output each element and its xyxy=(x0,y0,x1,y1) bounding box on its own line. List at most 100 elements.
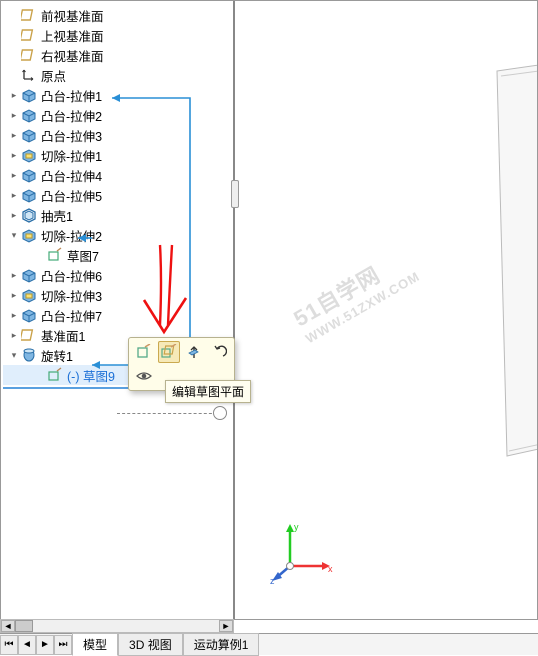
tree-label: 凸台-拉伸2 xyxy=(41,106,102,125)
normal-to-button[interactable] xyxy=(183,341,205,363)
chevron-right-icon[interactable]: ▸ xyxy=(9,130,19,140)
splitter-handle[interactable] xyxy=(231,180,239,208)
tab-3d-view[interactable]: 3D 视图 xyxy=(118,633,183,656)
tree-label: 凸台-拉伸1 xyxy=(41,86,102,105)
tree-item-boss[interactable]: ▸ 凸台-拉伸3 xyxy=(3,125,233,145)
cut-extrude-icon xyxy=(21,147,37,163)
sketch-icon xyxy=(47,367,63,383)
boss-extrude-icon xyxy=(21,127,37,143)
tree-label: 抽壳1 xyxy=(41,206,73,225)
tab-nav-first[interactable]: ⏮ xyxy=(0,635,18,655)
tree-item-boss[interactable]: ▸ 凸台-拉伸5 xyxy=(3,185,233,205)
tab-nav-prev[interactable]: ◄ xyxy=(18,635,36,655)
tree-label: 凸台-拉伸6 xyxy=(41,266,102,285)
boss-extrude-icon xyxy=(21,267,37,283)
tree-item-cut[interactable]: ▸ 切除-拉伸1 xyxy=(3,145,233,165)
edit-sketch-plane-button[interactable] xyxy=(158,341,180,363)
tree-item-boss[interactable]: ▸ 凸台-拉伸6 xyxy=(3,265,233,285)
tree-label: 草图7 xyxy=(67,246,99,265)
tooltip: 编辑草图平面 xyxy=(165,380,251,403)
tree-item-origin[interactable]: 原点 xyxy=(3,65,233,85)
bottom-tab-bar: ⏮ ◄ ► ⏭ 模型 3D 视图 运动算例1 xyxy=(0,633,538,655)
tree-scroll-horizontal[interactable]: ◄ ► xyxy=(0,619,234,633)
feature-tree-panel: 前视基准面 上视基准面 右视基准面 原点 ▸凸台-拉伸1 ▸凸台-拉伸2 ▸凸 xyxy=(1,1,235,619)
tree-label: 切除-拉伸1 xyxy=(41,146,102,165)
chevron-right-icon[interactable]: ▸ xyxy=(9,90,19,100)
chevron-right-icon[interactable]: ▸ xyxy=(9,330,19,340)
chevron-right-icon[interactable]: ▸ xyxy=(9,310,19,320)
scroll-left-button[interactable]: ◄ xyxy=(1,620,15,632)
plane-icon xyxy=(21,7,37,23)
tab-motion-study[interactable]: 运动算例1 xyxy=(183,633,260,656)
undo-button[interactable] xyxy=(208,341,230,363)
expander-icon[interactable] xyxy=(9,10,19,20)
tree-item-boss[interactable]: ▸ 凸台-拉伸4 xyxy=(3,165,233,185)
boss-extrude-icon xyxy=(21,167,37,183)
tree-label: 切除-拉伸3 xyxy=(41,286,102,305)
plane-icon xyxy=(21,27,37,43)
tree-item-plane[interactable]: 前视基准面 xyxy=(3,5,233,25)
tab-nav-last[interactable]: ⏭ xyxy=(54,635,72,655)
tree-label: 前视基准面 xyxy=(41,6,104,25)
chevron-right-icon[interactable]: ▸ xyxy=(9,150,19,160)
tree-label: (-) 草图9 xyxy=(67,366,115,385)
origin-icon xyxy=(21,67,37,83)
svg-text:x: x xyxy=(328,564,333,574)
cut-extrude-icon xyxy=(21,227,37,243)
chevron-right-icon[interactable]: ▸ xyxy=(9,270,19,280)
chevron-right-icon[interactable]: ▸ xyxy=(9,210,19,220)
chevron-down-icon[interactable]: ▾ xyxy=(9,350,19,360)
shell-icon xyxy=(21,207,37,223)
boss-extrude-icon xyxy=(21,307,37,323)
tree-item-plane[interactable]: 右视基准面 xyxy=(3,45,233,65)
svg-text:y: y xyxy=(294,522,299,532)
tree-label: 旋转1 xyxy=(41,346,73,365)
tab-model[interactable]: 模型 xyxy=(72,633,118,656)
tree-item-cut[interactable]: ▸ 切除-拉伸3 xyxy=(3,285,233,305)
svg-text:z: z xyxy=(270,576,275,586)
dashed-guideline xyxy=(117,413,217,414)
plane-icon xyxy=(21,47,37,63)
scroll-track[interactable] xyxy=(15,620,219,632)
tree-item-cut[interactable]: ▾ 切除-拉伸2 xyxy=(3,225,233,245)
tree-item-boss[interactable]: ▸ 凸台-拉伸7 xyxy=(3,305,233,325)
tree-item-boss[interactable]: ▸ 凸台-拉伸1 xyxy=(3,85,233,105)
plane-icon xyxy=(21,327,37,343)
tree-label: 凸台-拉伸3 xyxy=(41,126,102,145)
tree-item-shell[interactable]: ▸ 抽壳1 xyxy=(3,205,233,225)
chevron-right-icon[interactable]: ▸ xyxy=(9,170,19,180)
cut-extrude-icon xyxy=(21,287,37,303)
tree-item-boss[interactable]: ▸ 凸台-拉伸2 xyxy=(3,105,233,125)
tree-label: 右视基准面 xyxy=(41,46,104,65)
expander-icon[interactable] xyxy=(9,30,19,40)
expander-icon[interactable] xyxy=(9,70,19,80)
chevron-right-icon[interactable]: ▸ xyxy=(9,290,19,300)
boss-extrude-icon xyxy=(21,187,37,203)
tree-label: 切除-拉伸2 xyxy=(41,226,102,245)
chevron-right-icon[interactable]: ▸ xyxy=(9,190,19,200)
edit-sketch-button[interactable] xyxy=(133,341,155,363)
tree-label: 凸台-拉伸5 xyxy=(41,186,102,205)
expander-icon[interactable] xyxy=(9,50,19,60)
feature-tree: 前视基准面 上视基准面 右视基准面 原点 ▸凸台-拉伸1 ▸凸台-拉伸2 ▸凸 xyxy=(1,1,233,389)
scroll-right-button[interactable]: ► xyxy=(219,620,233,632)
tree-label: 凸台-拉伸7 xyxy=(41,306,102,325)
scroll-thumb[interactable] xyxy=(15,620,33,632)
boss-extrude-icon xyxy=(21,107,37,123)
chevron-right-icon[interactable]: ▸ xyxy=(9,110,19,120)
rollback-handle[interactable] xyxy=(213,406,227,420)
tree-label: 基准面1 xyxy=(41,326,85,345)
tree-item-sketch[interactable]: 草图7 xyxy=(3,245,233,265)
chevron-down-icon[interactable]: ▾ xyxy=(9,230,19,240)
revolve-icon xyxy=(21,347,37,363)
tree-item-plane[interactable]: 上视基准面 xyxy=(3,25,233,45)
view-triad: y x z xyxy=(270,516,340,586)
boss-extrude-icon xyxy=(21,87,37,103)
tree-label: 凸台-拉伸4 xyxy=(41,166,102,185)
sketch-icon xyxy=(47,247,63,263)
tree-label: 原点 xyxy=(41,66,66,85)
visibility-eye-button[interactable] xyxy=(133,365,155,387)
tab-nav: ⏮ ◄ ► ⏭ xyxy=(0,635,72,655)
tab-nav-next[interactable]: ► xyxy=(36,635,54,655)
model-geometry xyxy=(487,61,537,461)
